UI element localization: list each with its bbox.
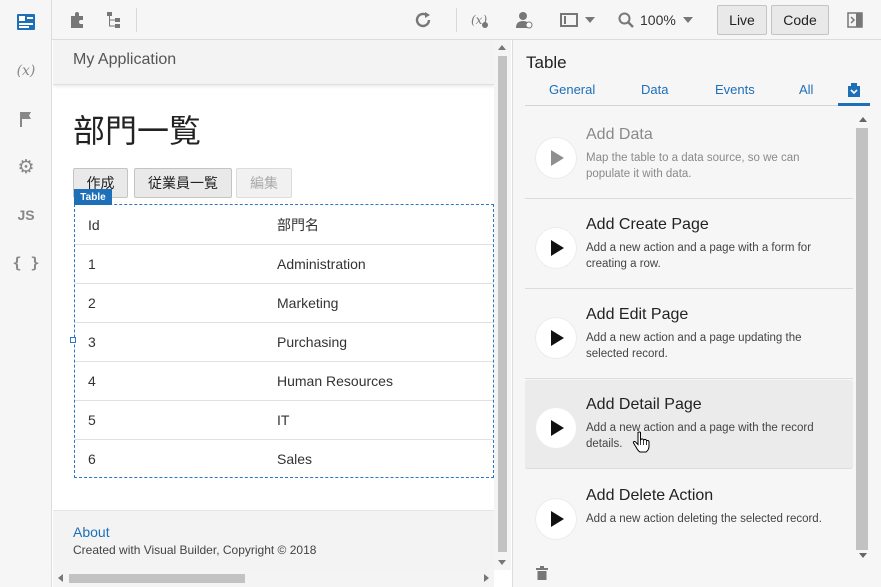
quick-start-description: Map the table to a data source, so we ca… — [586, 152, 800, 180]
cell-dept-name: Sales — [277, 451, 313, 467]
collapse-panel-icon[interactable] — [845, 10, 865, 30]
cell-dept-name: Human Resources — [277, 373, 393, 389]
resize-handle[interactable] — [70, 337, 76, 343]
panel-scrollbar[interactable] — [856, 114, 870, 558]
panel-tabs: General Data Events All — [525, 78, 870, 106]
scrollbar-thumb[interactable] — [856, 128, 868, 550]
scrollbar-thumb[interactable] — [69, 574, 245, 583]
quick-start-title: Add Create Page — [586, 216, 709, 233]
quick-start-list: Add Data Map the table to a data source,… — [525, 110, 855, 552]
copyright-text: Created with Visual Builder, Copyright ©… — [73, 543, 317, 557]
edit-button[interactable]: 編集 — [236, 168, 292, 198]
cell-id: 3 — [88, 334, 96, 350]
cell-dept-name: Marketing — [277, 295, 339, 311]
quick-start-add-delete-action[interactable]: Add Delete Action Add a new action delet… — [525, 471, 853, 552]
table-row[interactable]: 5 IT — [75, 401, 493, 440]
cell-id: 4 — [88, 373, 96, 389]
scroll-down-arrow-icon[interactable] — [498, 560, 506, 565]
panel-title: Table — [526, 53, 567, 72]
structure-tree-icon[interactable] — [104, 10, 124, 30]
delete-trash-icon[interactable] — [536, 566, 548, 583]
column-header-id[interactable]: Id — [88, 217, 100, 233]
canvas-vertical-scrollbar[interactable] — [494, 40, 511, 570]
cell-id: 2 — [88, 295, 96, 311]
table-header-row: Id 部門名 — [75, 205, 493, 245]
settings-gear-icon[interactable]: ⚙ — [0, 148, 52, 186]
quick-start-description: Add a new action and a page with the rec… — [586, 422, 814, 450]
live-button[interactable]: Live — [717, 5, 767, 35]
cell-dept-name: IT — [277, 412, 290, 428]
code-button[interactable]: Code — [771, 5, 829, 35]
page-canvas: My Application 部門一覧 作成 従業員一覧 編集 Id 部門名 1… — [53, 40, 511, 587]
scrollbar-thumb[interactable] — [498, 56, 507, 552]
play-icon — [536, 408, 576, 448]
zoom-dropdown-chevron-icon[interactable] — [683, 17, 693, 23]
quick-start-add-data[interactable]: Add Data Map the table to a data source,… — [525, 110, 853, 199]
quick-start-description: Add a new action deleting the selected r… — [586, 513, 822, 525]
table-row[interactable]: 3 Purchasing — [75, 323, 493, 362]
play-icon — [536, 499, 576, 539]
scroll-down-arrow-icon[interactable] — [859, 553, 867, 558]
quick-start-title: Add Edit Page — [586, 306, 689, 323]
json-braces-icon[interactable]: { } — [0, 244, 52, 282]
table-row[interactable]: 6 Sales — [75, 440, 493, 478]
play-icon — [536, 228, 576, 268]
tab-general[interactable]: General — [549, 82, 595, 97]
employee-list-button[interactable]: 従業員一覧 — [134, 168, 232, 198]
quick-start-icon — [848, 83, 860, 97]
quick-start-description: Add a new action and a page with a form … — [586, 242, 812, 270]
page-structure-icon[interactable] — [0, 3, 52, 41]
scroll-right-arrow-icon[interactable] — [484, 574, 489, 582]
play-icon — [536, 138, 576, 178]
flag-icon[interactable] — [0, 100, 52, 138]
quick-start-add-edit-page[interactable]: Add Edit Page Add a new action and a pag… — [525, 290, 853, 379]
play-icon — [536, 318, 576, 358]
cell-dept-name: Purchasing — [277, 334, 348, 350]
page-heading[interactable]: 部門一覧 — [73, 106, 201, 152]
scroll-up-arrow-icon[interactable] — [859, 117, 867, 122]
quick-start-add-create-page[interactable]: Add Create Page Add a new action and a p… — [525, 200, 853, 289]
refresh-icon[interactable] — [413, 10, 433, 30]
cell-dept-name: Administration — [277, 256, 366, 272]
variables-icon[interactable]: (x) — [0, 52, 52, 90]
cell-id: 6 — [88, 451, 96, 467]
tab-events[interactable]: Events — [715, 82, 755, 97]
zoom-search-icon[interactable] — [616, 10, 636, 30]
table-component-badge: Table — [74, 189, 112, 205]
puzzle-icon[interactable] — [67, 10, 87, 30]
canvas-horizontal-scrollbar[interactable] — [53, 570, 494, 587]
quick-start-add-detail-page[interactable]: Add Detail Page Add a new action and a p… — [525, 380, 853, 469]
about-link[interactable]: About — [73, 524, 110, 540]
scroll-left-arrow-icon[interactable] — [58, 574, 63, 582]
zoom-level[interactable]: 100% — [640, 12, 676, 28]
top-toolbar: (x) 100% Live Code — [52, 0, 881, 40]
quick-start-title: Add Delete Action — [586, 487, 714, 504]
app-header: My Application — [53, 40, 494, 85]
table-row[interactable]: 2 Marketing — [75, 284, 493, 323]
department-table[interactable]: Id 部門名 1 Administration 2 Marketing 3 Pu… — [74, 204, 494, 478]
table-row[interactable]: 1 Administration — [75, 245, 493, 284]
column-header-dept-name[interactable]: 部門名 — [277, 215, 319, 235]
property-panel: Table General Data Events All Add Data M… — [512, 40, 881, 587]
javascript-icon[interactable]: JS — [0, 196, 52, 234]
quick-start-title: Add Data — [586, 126, 653, 143]
tab-data[interactable]: Data — [641, 82, 668, 97]
quick-start-title: Add Detail Page — [586, 396, 702, 413]
tab-all[interactable]: All — [799, 82, 813, 97]
cell-id: 5 — [88, 412, 96, 428]
quick-start-description: Add a new action and a page updating the… — [586, 332, 802, 360]
hand-pointer-cursor-icon — [632, 431, 650, 456]
user-role-icon[interactable] — [514, 10, 534, 30]
variables-debug-icon[interactable]: (x) — [470, 10, 490, 30]
table-row[interactable]: 4 Human Resources — [75, 362, 493, 401]
tab-quick-start[interactable] — [838, 78, 870, 106]
cell-id: 1 — [88, 256, 96, 272]
device-dropdown-chevron-icon[interactable] — [585, 17, 595, 23]
app-title: My Application — [73, 51, 177, 68]
activity-bar: (x) ⚙ JS { } — [0, 0, 52, 587]
scroll-up-arrow-icon[interactable] — [498, 45, 506, 50]
device-frame-icon[interactable] — [559, 10, 579, 30]
